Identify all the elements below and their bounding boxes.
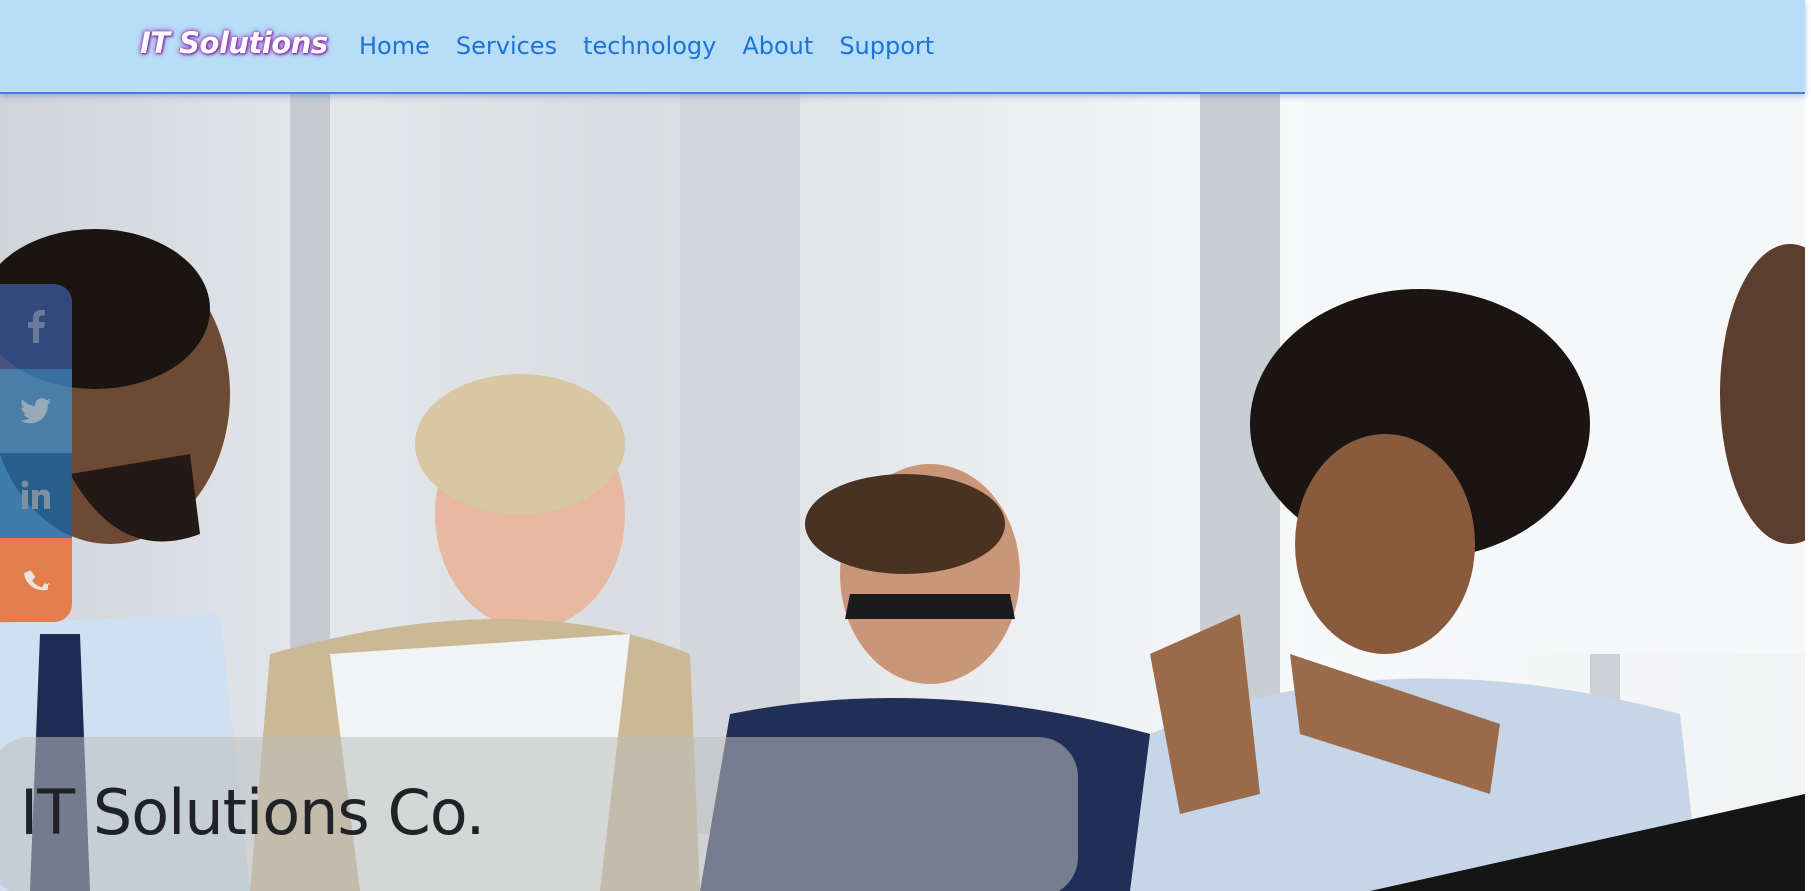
brand-logo[interactable]: IT Solutions (140, 26, 328, 60)
facebook-button[interactable] (0, 284, 72, 369)
twitter-button[interactable] (0, 368, 72, 453)
nav-link-about[interactable]: About (742, 32, 813, 60)
twitter-icon (20, 398, 52, 424)
linkedin-button[interactable] (0, 453, 72, 538)
phone-button[interactable] (0, 537, 72, 622)
nav-link-support[interactable]: Support (839, 32, 934, 60)
social-sidebar (0, 284, 72, 622)
nav-link-services[interactable]: Services (456, 32, 557, 60)
linkedin-icon (21, 480, 51, 510)
nav-links: Home Services technology About Support (359, 32, 934, 60)
facebook-icon (25, 309, 47, 344)
nav-link-technology[interactable]: technology (583, 32, 716, 60)
phone-icon (20, 564, 52, 596)
nav-link-home[interactable]: Home (359, 32, 430, 60)
top-navbar: IT Solutions Home Services technology Ab… (0, 0, 1805, 94)
page: IT Solutions Home Services technology Ab… (0, 0, 1811, 891)
hero-caption-title: IT Solutions Co. (20, 776, 485, 849)
